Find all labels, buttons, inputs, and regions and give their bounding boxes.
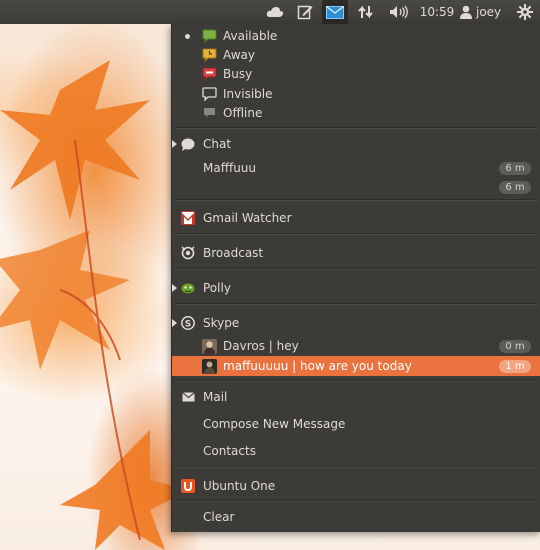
message-preview: maffuuuuu | how are you today: [223, 359, 412, 373]
clear-item[interactable]: Clear: [172, 507, 540, 527]
status-label: Invisible: [223, 87, 273, 101]
available-status-icon: [201, 28, 217, 44]
gear-icon[interactable]: [513, 0, 537, 24]
envelope-icon[interactable]: [322, 0, 348, 24]
compose-new-message-item[interactable]: Compose New Message: [172, 414, 540, 434]
menu-separator: [176, 127, 537, 129]
messaging-menu: Available Away Busy Invisible Offline Ch…: [171, 24, 540, 532]
skype-message-item-highlighted[interactable]: maffuuuuu | how are you today 1 m: [172, 356, 540, 376]
avatar: [201, 338, 217, 354]
status-item-offline[interactable]: Offline: [172, 103, 540, 123]
expand-arrow-icon: [172, 284, 177, 292]
app-label: Polly: [203, 281, 231, 295]
app-label: Chat: [203, 137, 232, 151]
broadcast-icon: [181, 246, 195, 260]
menu-separator: [176, 380, 537, 382]
mail-item[interactable]: Mail: [172, 387, 540, 407]
selected-indicator-icon: [185, 33, 190, 39]
time-badge: 0 m: [499, 339, 531, 353]
status-item-busy[interactable]: Busy: [172, 64, 540, 84]
contacts-item[interactable]: Contacts: [172, 441, 540, 461]
action-label: Compose New Message: [203, 417, 346, 431]
time-badge: 1 m: [499, 359, 531, 373]
app-label: Ubuntu One: [203, 479, 276, 493]
network-icon[interactable]: [354, 0, 378, 24]
message-preview: Davros | hey: [223, 339, 299, 353]
ubuntu-one-icon: [181, 479, 195, 493]
user-name-label: joey: [476, 5, 502, 19]
invisible-status-icon: [201, 86, 217, 102]
action-label: Clear: [203, 510, 235, 524]
time-badge: 6 m: [499, 161, 531, 175]
status-label: Away: [223, 48, 255, 62]
status-item-invisible[interactable]: Invisible: [172, 84, 540, 104]
compose-icon[interactable]: [293, 0, 317, 24]
user-menu[interactable]: joey: [460, 0, 508, 24]
polly-icon: [181, 281, 195, 295]
status-item-away[interactable]: Away: [172, 45, 540, 65]
top-panel: 10:59 joey: [0, 0, 540, 24]
chat-contact-item[interactable]: Mafffuuu 6 m: [172, 158, 540, 178]
app-label: Mail: [203, 390, 228, 404]
action-label: Contacts: [203, 444, 256, 458]
svg-text:S: S: [185, 320, 191, 330]
menu-separator: [176, 500, 537, 502]
app-label: Skype: [203, 316, 240, 330]
menu-separator: [176, 199, 537, 201]
status-label: Busy: [223, 67, 253, 81]
cloud-icon[interactable]: [263, 0, 287, 24]
gmail-icon: [181, 211, 195, 225]
skype-item[interactable]: S Skype: [172, 313, 540, 333]
chat-message-item[interactable]: 6 m: [172, 177, 540, 197]
menu-separator: [176, 303, 537, 305]
envelope-icon: [181, 390, 195, 404]
clock-label: 10:59: [419, 5, 455, 19]
offline-status-icon: [201, 105, 217, 121]
broadcast-item[interactable]: Broadcast: [172, 243, 540, 263]
time-badge: 6 m: [499, 180, 531, 194]
away-status-icon: [201, 47, 217, 63]
polly-item[interactable]: Polly: [172, 278, 540, 298]
status-label: Offline: [223, 106, 263, 120]
status-label: Available: [223, 29, 278, 43]
clock[interactable]: 10:59: [419, 0, 455, 24]
menu-separator: [176, 268, 537, 270]
volume-icon[interactable]: [386, 0, 412, 24]
expand-arrow-icon: [172, 319, 177, 327]
busy-status-icon: [201, 66, 217, 82]
app-label: Gmail Watcher: [203, 211, 292, 225]
skype-icon: S: [181, 316, 195, 330]
skype-message-item[interactable]: Davros | hey 0 m: [172, 336, 540, 356]
menu-separator: [176, 466, 537, 468]
status-item-available[interactable]: Available: [172, 26, 540, 46]
user-icon: [460, 5, 472, 19]
chat-bubble-icon: [181, 137, 195, 151]
menu-separator: [176, 233, 537, 235]
chat-app-item[interactable]: Chat: [172, 134, 540, 154]
gmail-watcher-item[interactable]: Gmail Watcher: [172, 208, 540, 228]
contact-name: Mafffuuu: [203, 161, 257, 175]
app-label: Broadcast: [203, 246, 264, 260]
expand-arrow-icon: [172, 140, 177, 148]
ubuntu-one-item[interactable]: Ubuntu One: [172, 476, 540, 496]
avatar: [201, 358, 217, 374]
